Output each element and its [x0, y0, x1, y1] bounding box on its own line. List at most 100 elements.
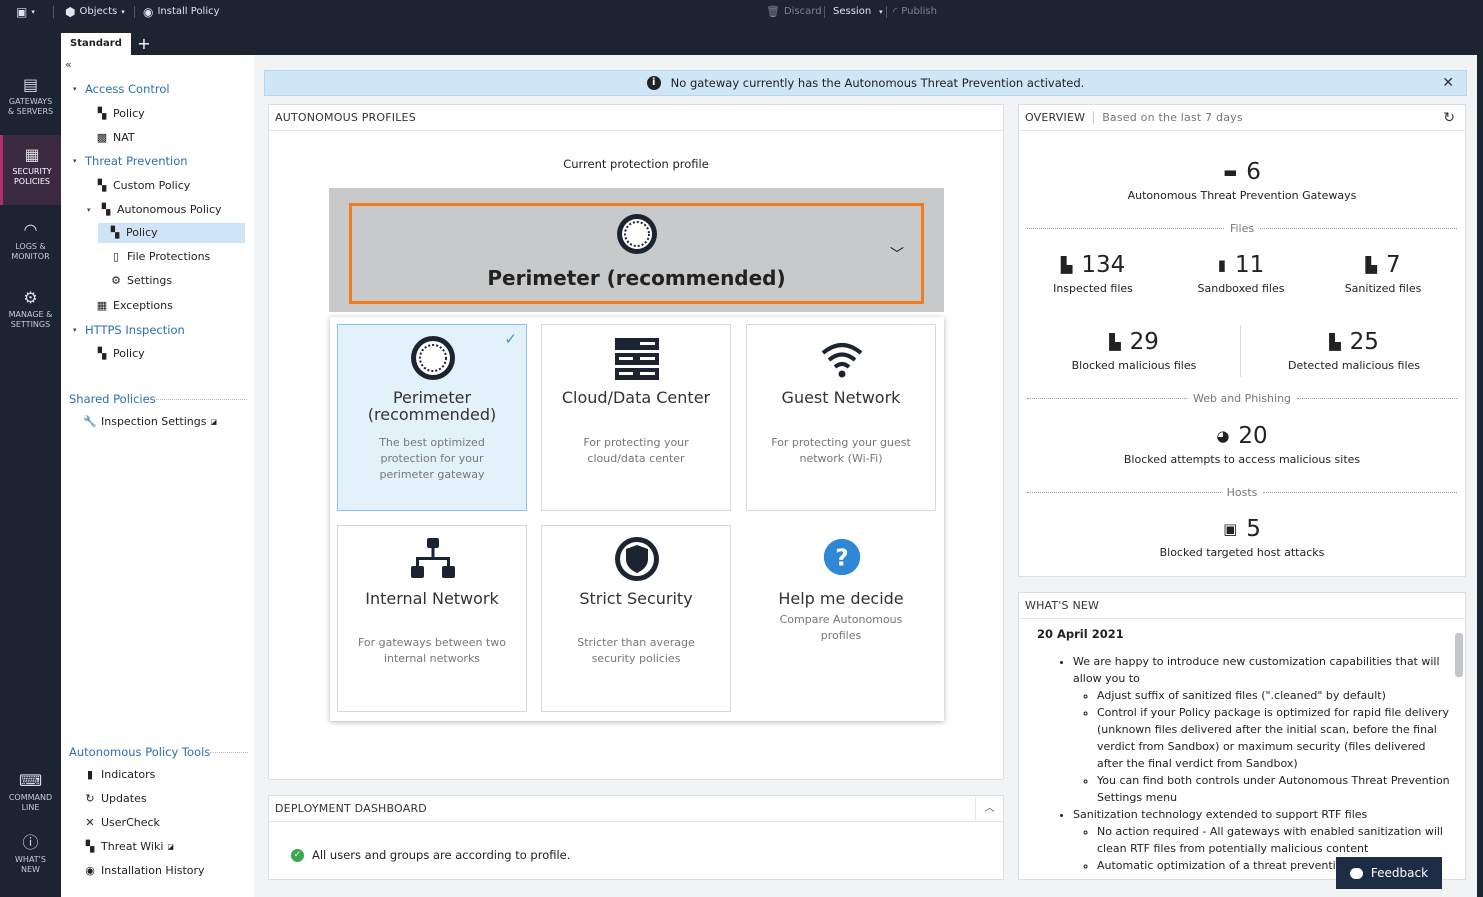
current-profile-dropdown[interactable]: Perimeter (recommended) ﹀	[349, 203, 924, 304]
stat-detected-malicious-files: ▙ 25 Detected malicious files	[1287, 329, 1420, 372]
profile-card-guest-network[interactable]: Guest Network For protecting your guest …	[746, 324, 936, 511]
file-search-icon: ▙	[1060, 256, 1073, 274]
chevron-up-icon[interactable]: ︿	[975, 796, 1003, 822]
card-title: Help me decide	[778, 589, 904, 608]
menu-icon: ▣	[16, 5, 28, 19]
current-profile-selector[interactable]: Perimeter (recommended) ﹀	[329, 188, 944, 312]
profile-card-strict-security[interactable]: Strict Security Stricter than average se…	[541, 525, 731, 712]
objects-button[interactable]: ⬢ Objects ▾	[65, 0, 125, 24]
panel-title: WHAT'S NEW	[1019, 593, 1465, 619]
policy-icon: ▚	[110, 226, 120, 239]
tree-autonomous-policy-tools: Autonomous Policy Tools	[69, 745, 211, 759]
stat-blocked-host-attacks: ▣ 5 Blocked targeted host attacks	[1159, 516, 1325, 559]
usercheck-icon: ✕	[85, 816, 95, 829]
tree-installation-history[interactable]: ◉ Installation History	[83, 861, 204, 881]
close-icon[interactable]: ✕	[1442, 75, 1454, 91]
list-item: You can find both controls under Autonom…	[1097, 772, 1453, 806]
tree-threat-prevention[interactable]: ▾ Threat Prevention	[73, 151, 188, 171]
tree-settings[interactable]: ⚙ Settings	[109, 271, 172, 291]
panel-title: OVERVIEW Based on the last 7 days	[1019, 105, 1465, 131]
refresh-icon: ↻	[85, 792, 95, 805]
tree-shared-policies[interactable]: Shared Policies	[69, 389, 156, 409]
profile-card-help-me-decide[interactable]: ? Help me decide Compare Autonomous prof…	[746, 525, 936, 712]
tree-autonomous-policy[interactable]: ▾ ▚ Autonomous Policy	[87, 200, 222, 220]
network-icon	[411, 538, 455, 578]
rail-security-policies[interactable]: ▦ SECURITY POLICIES	[0, 135, 61, 205]
history-icon: ◉	[85, 864, 95, 877]
section-files: Files	[1027, 221, 1458, 235]
profile-card-internal-network[interactable]: Internal Network For gateways between tw…	[337, 525, 527, 712]
perimeter-icon	[617, 214, 657, 254]
card-description: For protecting your guest network (Wi-Fi…	[771, 436, 911, 465]
policy-icon: ▚	[97, 179, 107, 192]
rail-command-line[interactable]: ⌨ COMMAND LINE	[0, 771, 61, 831]
deployment-status: ✓ All users and groups are according to …	[291, 848, 570, 862]
feedback-button[interactable]: Feedback	[1336, 857, 1442, 889]
session-button[interactable]: Session ▾	[833, 0, 883, 24]
policy-icon: ▚	[97, 347, 107, 360]
panel-title: AUTONOMOUS PROFILES	[269, 105, 1003, 131]
whats-new-content: 20 April 2021 We are happy to introduce …	[1027, 620, 1453, 879]
check-circle-icon: ✓	[291, 848, 304, 862]
install-policy-button[interactable]: ◉ Install Policy	[143, 0, 220, 24]
tree-access-control[interactable]: ▾ Access Control	[73, 79, 170, 99]
profile-card-cloud-data-center[interactable]: Cloud/Data Center For protecting your cl…	[541, 324, 731, 511]
rail-manage-settings[interactable]: ⚙ MANAGE & SETTINGS	[0, 288, 61, 348]
card-title: Cloud/Data Center	[561, 388, 711, 407]
section-hosts: Hosts	[1027, 485, 1457, 499]
add-tab-button[interactable]: +	[136, 33, 152, 55]
help-circle-icon: ⓘ	[22, 833, 39, 852]
tree-autonomous-policy-policy[interactable]: ▚ Policy	[98, 223, 245, 243]
info-icon: i	[646, 76, 661, 90]
chevron-down-icon[interactable]: ﹀	[890, 244, 904, 264]
nat-icon: ▩	[96, 131, 108, 144]
profile-card-perimeter[interactable]: ✓ Perimeter (recommended) The best optim…	[337, 324, 527, 511]
tree-custom-policy[interactable]: ▚ Custom Policy	[95, 176, 191, 196]
tab-standard[interactable]: Standard	[61, 33, 131, 55]
caret-down-icon: ▾	[73, 157, 77, 165]
publish-button[interactable]: ◜ Publish	[893, 0, 937, 24]
autonomous-profiles-panel: AUTONOMOUS PROFILES Current protection p…	[268, 104, 1004, 780]
stat-blocked-malicious-files: ▙ 29 Blocked malicious files	[1071, 329, 1197, 372]
tree-nat[interactable]: ▩ NAT	[95, 128, 135, 148]
deployment-dashboard-panel: DEPLOYMENT DASHBOARD ︿ ✓ All users and g…	[268, 795, 1004, 880]
tree-https-inspection[interactable]: ▾ HTTPS Inspection	[73, 320, 185, 340]
tree-inspection-settings[interactable]: 🔧 Inspection Settings ◪	[83, 412, 217, 432]
globe-block-icon: ◕	[1216, 427, 1230, 445]
indicators-icon: ▮	[86, 768, 94, 781]
tree-access-control-policy[interactable]: ▚ Policy	[95, 104, 145, 124]
tree-usercheck[interactable]: ✕ UserCheck	[83, 813, 160, 833]
panel-title: DEPLOYMENT DASHBOARD	[269, 796, 1003, 822]
svg-text:?: ?	[835, 545, 848, 571]
checkmark-icon: ✓	[504, 330, 517, 348]
detected-file-icon: ▙	[1329, 333, 1341, 351]
publish-icon: ◜	[893, 5, 898, 18]
app-menu-button[interactable]: ▣ ▾	[16, 0, 35, 24]
card-description: For gateways between two internal networ…	[357, 636, 507, 665]
blocked-file-icon: ▙	[1109, 333, 1121, 351]
collapse-tree-button[interactable]: «	[65, 58, 72, 71]
tree-file-protections[interactable]: ▯ File Protections	[109, 247, 210, 267]
main-area: « ▾ Access Control ▚ Policy ▩ NAT ▾ Threat P…	[61, 55, 1477, 897]
stat-sanitized-files: ▙ 7 Sanitized files	[1344, 252, 1422, 295]
rail-logs-monitor[interactable]: ◠ LOGS & MONITOR	[0, 220, 61, 280]
rail-gateways-servers[interactable]: ▤ GATEWAYS & SERVERS	[0, 75, 61, 135]
tree-https-policy[interactable]: ▚ Policy	[95, 344, 145, 364]
discard-button[interactable]: 🗑 Discard	[766, 0, 822, 24]
tree-exceptions[interactable]: ▦ Exceptions	[95, 296, 173, 316]
refresh-icon[interactable]: ↻	[1443, 110, 1455, 126]
shield-icon	[615, 537, 659, 581]
tree-updates[interactable]: ↻ Updates	[83, 789, 146, 809]
cube-icon: ⬢	[65, 5, 76, 19]
list-item: We are happy to introduce new customizat…	[1073, 653, 1453, 806]
monitor-icon: ◠	[23, 220, 38, 239]
card-title: Guest Network	[781, 388, 901, 407]
tree-indicators[interactable]: ▮ Indicators	[83, 765, 155, 785]
gateway-icon: ▬	[1223, 163, 1238, 181]
trash-icon: 🗑	[766, 5, 780, 18]
scrollbar[interactable]	[1455, 633, 1463, 677]
policy-tree: « ▾ Access Control ▚ Policy ▩ NAT ▾ Threat P…	[61, 55, 254, 897]
rail-whats-new[interactable]: ⓘ WHAT'S NEW	[0, 833, 61, 893]
current-profile-name: Perimeter (recommended)	[487, 266, 786, 290]
tree-threat-wiki[interactable]: ▚ Threat Wiki ◪	[83, 837, 174, 857]
